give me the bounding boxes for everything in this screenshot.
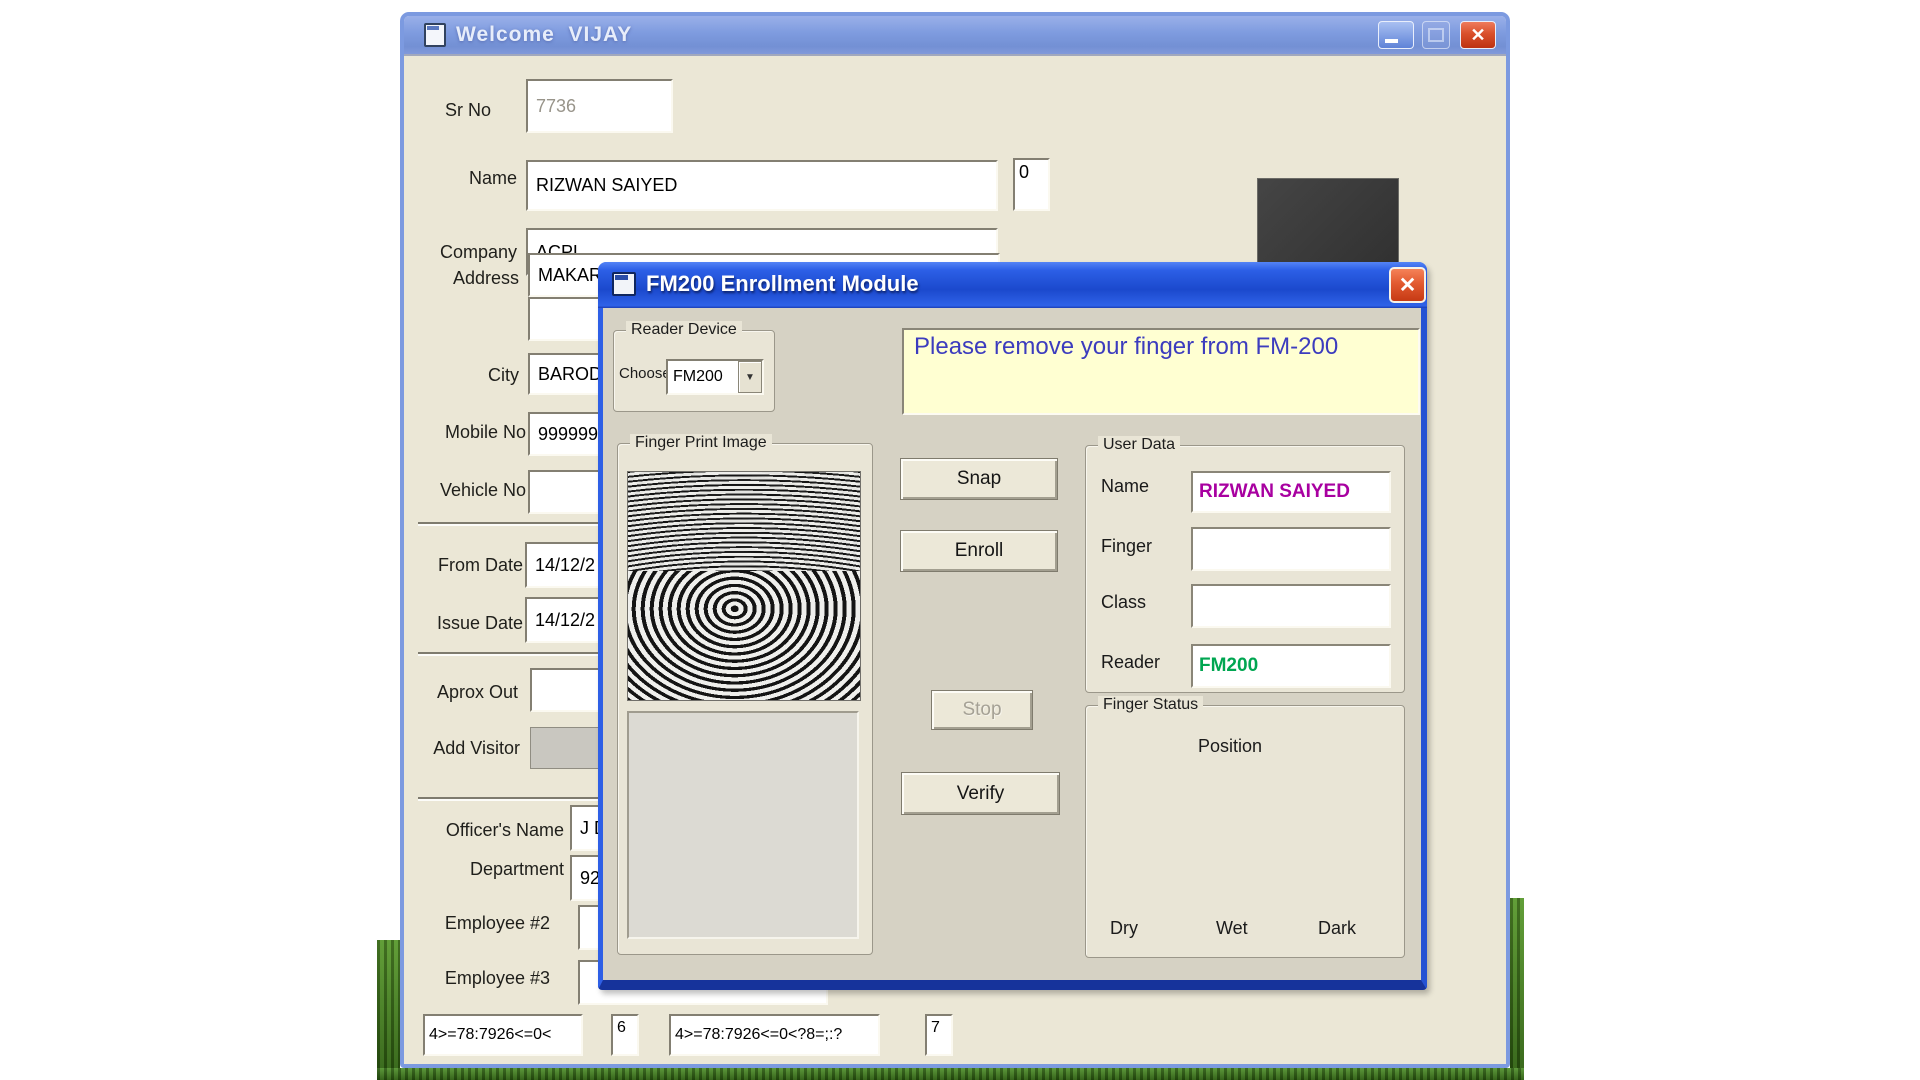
user-reader-value: FM200 <box>1199 655 1258 677</box>
department-label: Department <box>444 859 564 880</box>
status-field-3[interactable]: 4>=78:7926<=0<?8=;:? <box>669 1014 880 1056</box>
status-field-2[interactable]: 6 <box>611 1014 639 1056</box>
close-icon: ✕ <box>1470 25 1485 46</box>
enroll-button-label: Enroll <box>955 540 1004 562</box>
enroll-button[interactable]: Enroll <box>900 530 1058 572</box>
user-finger-label: Finger <box>1101 536 1152 557</box>
issue-date-label: Issue Date <box>418 613 523 634</box>
status-field-4[interactable]: 7 <box>925 1014 953 1056</box>
sr-no-label: Sr No <box>429 100 491 121</box>
position-label: Position <box>1198 736 1262 757</box>
verify-button[interactable]: Verify <box>901 772 1060 815</box>
officers-name-label: Officer's Name <box>424 820 564 841</box>
choose-label: Choose <box>619 365 671 382</box>
fingerprint-image <box>627 471 861 701</box>
sr-no-field[interactable]: 7736 <box>526 79 673 133</box>
user-data-caption: User Data <box>1098 436 1180 454</box>
reader-device-group: Reader Device Choose FM200 ▼ <box>613 330 775 412</box>
dialog-form-icon <box>612 272 636 296</box>
minimize-icon <box>1385 39 1398 43</box>
chevron-down-icon[interactable]: ▼ <box>738 361 762 393</box>
issue-date-value: 14/12/2 <box>535 610 595 631</box>
instruction-message-box: Please remove your finger from FM-200 <box>902 328 1420 415</box>
user-name-value: RIZWAN SAIYED <box>1199 481 1350 503</box>
name-field[interactable]: RIZWAN SAIYED <box>526 160 998 211</box>
wallpaper-grass-left <box>377 940 400 1080</box>
reader-device-caption: Reader Device <box>626 321 742 339</box>
user-finger-field[interactable] <box>1191 527 1391 571</box>
user-name-field[interactable]: RIZWAN SAIYED <box>1191 471 1391 513</box>
fingerprint-caption: Finger Print Image <box>630 434 772 452</box>
status-field-1[interactable]: 4>=78:7926<=0< <box>423 1014 583 1056</box>
dialog-close-button[interactable]: ✕ <box>1389 267 1426 303</box>
fm200-enrollment-dialog: FM200 Enrollment Module ✕ Reader Device … <box>598 262 1427 990</box>
maximize-button[interactable] <box>1422 21 1450 49</box>
reader-select[interactable]: FM200 ▼ <box>666 359 764 395</box>
wet-indicator-label: Wet <box>1216 918 1248 939</box>
instruction-message: Please remove your finger from FM-200 <box>914 333 1338 360</box>
wallpaper-grass-right <box>1510 898 1524 1080</box>
close-button[interactable]: ✕ <box>1460 21 1496 49</box>
user-class-label: Class <box>1101 592 1146 613</box>
finger-status-caption: Finger Status <box>1098 696 1203 714</box>
fingerprint-secondary-panel <box>627 711 859 939</box>
user-name-label: Name <box>1101 476 1149 497</box>
dialog-title: FM200 Enrollment Module <box>646 271 919 297</box>
fingerprint-group: Finger Print Image <box>617 443 873 955</box>
status-value-2: 6 <box>617 1019 626 1037</box>
verify-button-label: Verify <box>957 783 1005 805</box>
dark-indicator-label: Dark <box>1318 918 1356 939</box>
user-class-field[interactable] <box>1191 584 1391 628</box>
snap-button[interactable]: Snap <box>900 458 1058 500</box>
vehicle-no-label: Vehicle No <box>416 480 526 501</box>
mobile-no-label: Mobile No <box>416 422 526 443</box>
window-title: Welcome VIJAY <box>456 23 632 47</box>
snap-button-label: Snap <box>957 468 1001 490</box>
from-date-value: 14/12/2 <box>535 555 595 576</box>
name-count-field[interactable]: 0 <box>1013 158 1050 211</box>
maximize-icon <box>1428 28 1444 42</box>
employee2-label: Employee #2 <box>422 913 550 934</box>
reader-select-value: FM200 <box>668 361 738 393</box>
name-label: Name <box>429 168 517 189</box>
status-value-1: 4>=78:7926<=0< <box>429 1026 551 1044</box>
close-icon: ✕ <box>1399 273 1417 298</box>
name-value: RIZWAN SAIYED <box>536 175 677 196</box>
dry-indicator-label: Dry <box>1110 918 1138 939</box>
aprox-out-label: Aprox Out <box>418 682 518 703</box>
stop-button-label: Stop <box>962 699 1001 721</box>
from-date-label: From Date <box>418 555 523 576</box>
add-visitor-label: Add Visitor <box>418 738 520 759</box>
city-label: City <box>429 365 519 386</box>
user-reader-label: Reader <box>1101 652 1160 673</box>
dialog-body: Reader Device Choose FM200 ▼ Please remo… <box>603 308 1421 980</box>
user-data-group: User Data Name RIZWAN SAIYED Finger Clas… <box>1085 445 1405 693</box>
company-label: Company <box>429 242 517 263</box>
welcome-window-titlebar[interactable]: Welcome VIJAY ✕ <box>404 16 1506 54</box>
stop-button[interactable]: Stop <box>931 690 1033 730</box>
form-icon <box>424 23 446 47</box>
screen: Welcome VIJAY ✕ Sr No 7736 Name RIZWAN S… <box>0 0 1920 1080</box>
status-value-4: 7 <box>931 1019 940 1037</box>
user-reader-field[interactable]: FM200 <box>1191 644 1391 688</box>
wallpaper-grass-bottom <box>377 1068 1524 1080</box>
finger-status-group: Finger Status Position Dry Wet Dark <box>1085 705 1405 958</box>
address-label: Address <box>429 268 519 289</box>
dialog-titlebar[interactable]: FM200 Enrollment Module ✕ <box>598 262 1427 308</box>
employee3-label: Employee #3 <box>422 968 550 989</box>
sr-no-value: 7736 <box>536 96 576 117</box>
minimize-button[interactable] <box>1378 21 1414 49</box>
status-value-3: 4>=78:7926<=0<?8=;:? <box>675 1026 842 1044</box>
name-count-value: 0 <box>1019 162 1029 183</box>
